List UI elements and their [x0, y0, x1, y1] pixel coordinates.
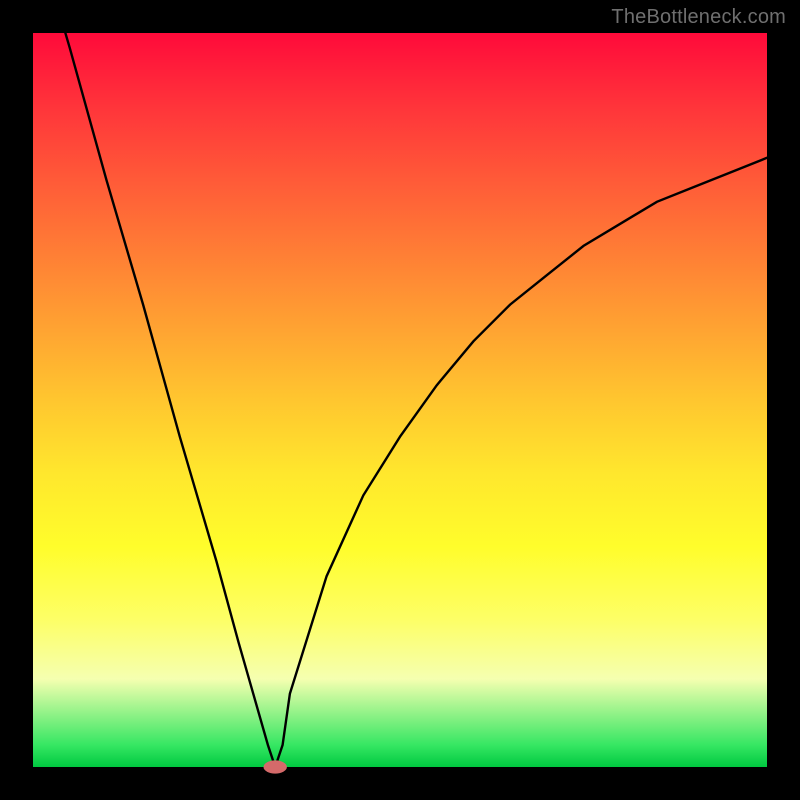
optimum-marker [264, 760, 287, 773]
bottleneck-curve [33, 0, 767, 767]
watermark-label: TheBottleneck.com [611, 6, 786, 29]
chart-svg [33, 33, 767, 767]
plot-area [33, 33, 767, 767]
chart-frame: TheBottleneck.com [0, 0, 800, 800]
